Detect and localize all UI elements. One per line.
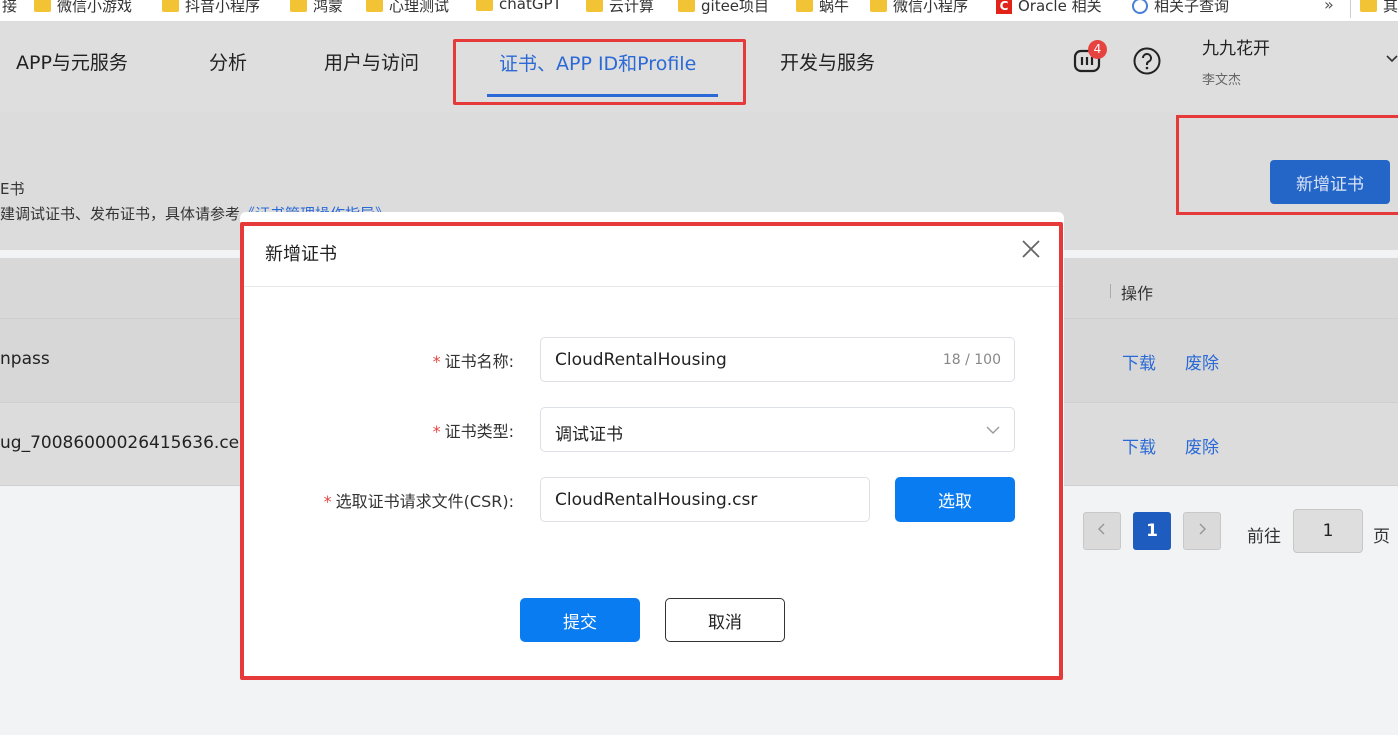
bookmarks-bar: 接 微信小游戏 抖音小程序 鸿蒙 心理测试 chatGPT 云计算 gitee项… <box>0 0 1398 22</box>
bookmark-item[interactable]: chatGPT <box>476 0 562 13</box>
tab-dev-services[interactable]: 开发与服务 <box>780 48 875 75</box>
goto-label: 前往 <box>1247 527 1281 547</box>
download-link[interactable]: 下载 <box>1122 433 1156 458</box>
csr-file-label: * 选取证书请求文件(CSR): <box>323 492 514 511</box>
page-suffix-label: 页 <box>1373 527 1390 547</box>
add-certificate-dialog: 新增证书 * 证书名称: CloudRentalHousing 18 / 100 … <box>240 212 1064 677</box>
bookmark-item[interactable]: 云计算 <box>586 0 654 16</box>
page-number-current[interactable]: 1 <box>1133 512 1171 550</box>
top-nav: APP与元服务 分析 用户与访问 证书、APP ID和Profile 开发与服务… <box>0 22 1398 112</box>
cert-name-cell: npass <box>0 349 50 369</box>
csr-file-input[interactable]: CloudRentalHousing.csr <box>540 477 870 522</box>
column-header-actions: 操作 <box>1121 284 1154 303</box>
bookmark-item[interactable]: 抖音小程序 <box>162 0 260 16</box>
next-page-button[interactable] <box>1183 512 1221 550</box>
bookmark-item[interactable]: 鸿蒙 <box>290 0 343 16</box>
cert-type-select[interactable]: 调试证书 <box>540 407 1015 452</box>
message-badge: 4 <box>1088 40 1107 59</box>
dialog-title: 新增证书 <box>265 244 337 265</box>
bookmark-item[interactable]: gitee项目 <box>678 0 769 16</box>
bookmark-item[interactable]: 蜗牛 <box>796 0 849 16</box>
globe-icon <box>1132 0 1148 14</box>
tab-users-access[interactable]: 用户与访问 <box>324 48 419 75</box>
tab-app-services[interactable]: APP与元服务 <box>16 48 128 75</box>
column-divider <box>1110 284 1111 298</box>
chevron-right-icon <box>1199 523 1207 535</box>
cert-type-label: * 证书类型: <box>432 422 514 441</box>
revoke-link[interactable]: 废除 <box>1185 349 1219 374</box>
help-icon[interactable] <box>1132 46 1162 76</box>
highlight-box-add-button <box>1176 115 1398 215</box>
bookmark-item[interactable]: 接 <box>2 0 17 16</box>
cert-name-cell: ug_70086000026415636.cer <box>0 433 247 453</box>
user-name[interactable]: 九九花开 <box>1202 34 1270 59</box>
char-counter: 18 / 100 <box>942 352 1001 368</box>
bookmark-item[interactable]: 心理测试 <box>366 0 449 16</box>
bookmark-item[interactable]: C Oracle 相关 <box>996 0 1102 16</box>
bookmarks-divider <box>1350 0 1351 18</box>
cert-name-label: * 证书名称: <box>432 352 514 371</box>
folder-icon <box>366 0 383 12</box>
choose-file-button[interactable]: 选取 <box>895 477 1015 522</box>
submit-button[interactable]: 提交 <box>520 598 640 642</box>
bookmark-item[interactable]: 其 <box>1360 0 1398 16</box>
revoke-link[interactable]: 废除 <box>1185 433 1219 458</box>
chevron-down-icon <box>986 426 1000 434</box>
folder-icon <box>586 0 603 12</box>
folder-icon <box>678 0 695 12</box>
user-subtitle: 李文杰 <box>1202 73 1242 88</box>
chevron-left-icon <box>1097 523 1105 535</box>
cert-name-input[interactable]: CloudRentalHousing 18 / 100 <box>540 337 1015 382</box>
folder-icon <box>870 0 887 12</box>
oracle-icon: C <box>996 0 1012 14</box>
goto-page-input[interactable]: 1 <box>1293 509 1363 553</box>
bookmarks-more-button[interactable]: » <box>1324 0 1334 14</box>
bookmark-item[interactable]: 相关子查询 <box>1132 0 1229 16</box>
folder-icon <box>476 0 493 11</box>
download-link[interactable]: 下载 <box>1122 349 1156 374</box>
folder-icon <box>1360 0 1377 12</box>
chevron-down-icon[interactable] <box>1386 52 1398 64</box>
prev-page-button[interactable] <box>1083 512 1121 550</box>
dialog-divider <box>240 286 1064 287</box>
close-icon[interactable] <box>1019 237 1043 261</box>
folder-icon <box>796 0 813 12</box>
bookmark-item[interactable]: 微信小游戏 <box>34 0 132 16</box>
highlight-box-tab <box>453 39 746 105</box>
page-description-title: E书 <box>0 180 25 198</box>
bookmark-item[interactable]: 微信小程序 <box>870 0 968 16</box>
folder-icon <box>162 0 179 12</box>
tab-analytics[interactable]: 分析 <box>209 48 247 75</box>
folder-icon <box>34 0 51 12</box>
cancel-button[interactable]: 取消 <box>665 598 785 642</box>
folder-icon <box>290 0 307 12</box>
